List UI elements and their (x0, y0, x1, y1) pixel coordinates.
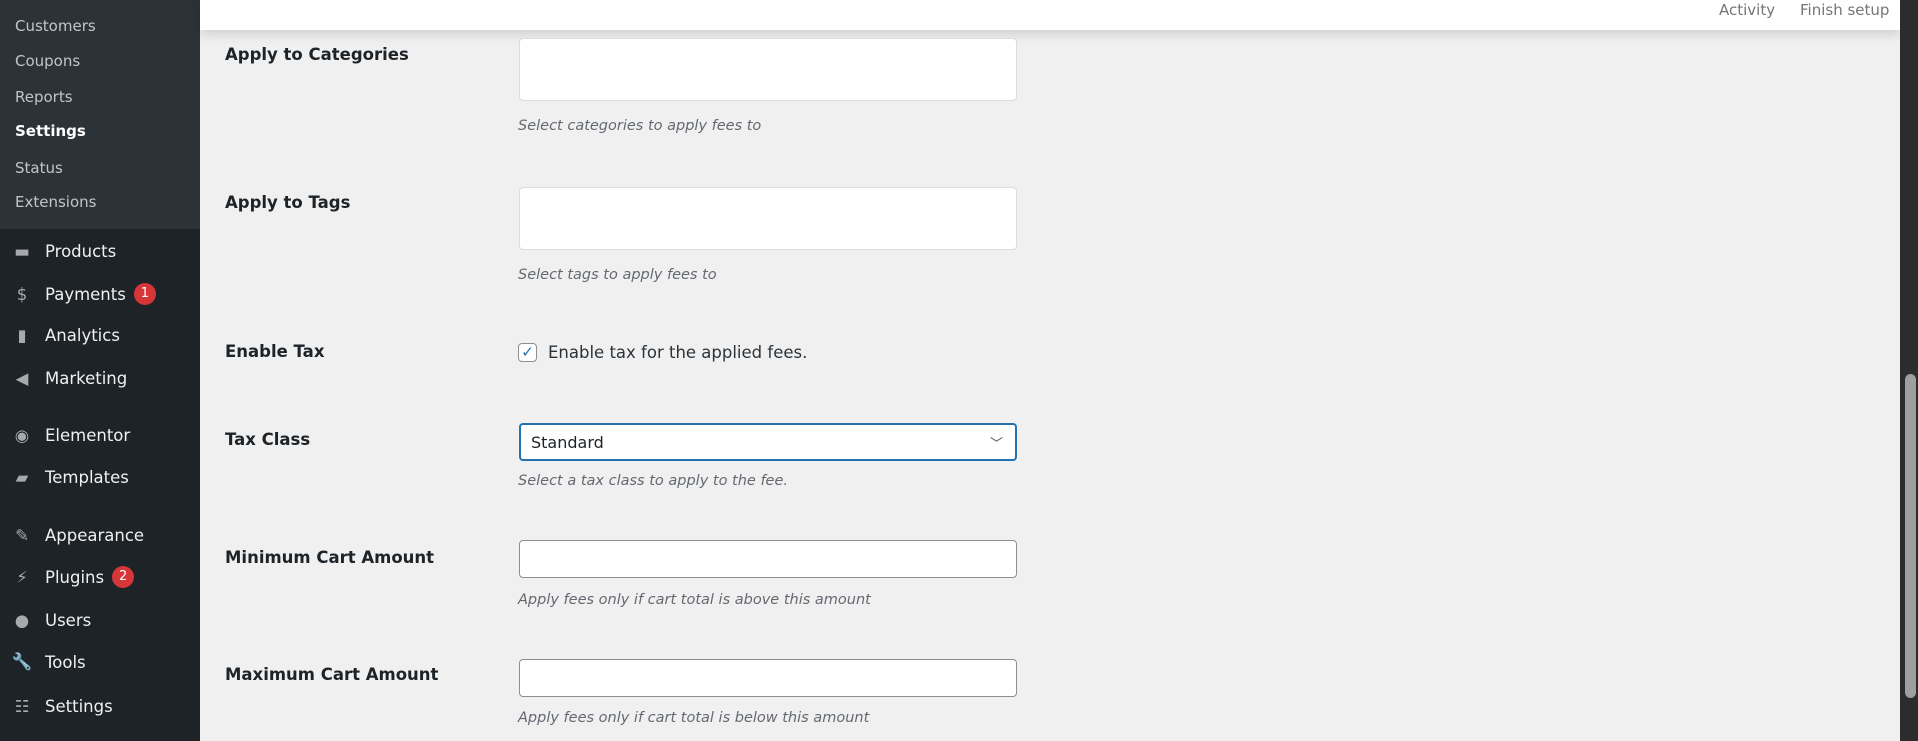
wrench-icon: 🔧 (11, 652, 33, 671)
submenu-extensions[interactable]: Extensions (15, 192, 96, 212)
finish-setup-link[interactable]: Finish setup (1800, 0, 1889, 20)
menu-label: Products (45, 241, 117, 261)
menu-label: Plugins (45, 567, 105, 587)
chevron-down-icon: ﹀ (989, 436, 1003, 452)
plugin-icon: ⚡ (16, 567, 28, 587)
sliders-icon: ☷ (14, 696, 30, 716)
max-cart-input[interactable] (519, 659, 1017, 697)
menu-elementor[interactable]: ◉ Elementor (10, 420, 130, 450)
menu-label: Tools (45, 652, 86, 672)
dollar-icon: $ (16, 284, 28, 304)
top-header: Activity Finish setup (200, 0, 1900, 30)
enable-tax-checkbox-label[interactable]: Enable tax for the applied fees. (548, 343, 807, 363)
menu-settings[interactable]: ☷ Settings (10, 691, 113, 721)
categories-hint: Select categories to apply fees to (518, 118, 762, 134)
submenu-status[interactable]: Status (15, 158, 63, 178)
tags-hint: Select tags to apply fees to (518, 267, 717, 283)
payments-badge: 1 (133, 283, 156, 305)
woocommerce-submenu: Customers Coupons Reports Settings Statu… (0, 0, 200, 229)
tags-label: Apply to Tags (225, 193, 351, 212)
min-cart-label: Minimum Cart Amount (225, 548, 435, 567)
menu-label: Payments (45, 284, 126, 304)
max-cart-hint: Apply fees only if cart total is below t… (518, 710, 870, 726)
menu-users[interactable]: ● Users (10, 605, 91, 635)
menu-label: Settings (45, 696, 113, 716)
user-icon: ● (14, 610, 30, 630)
tax-class-value: Standard (531, 432, 604, 452)
min-cart-hint: Apply fees only if cart total is above t… (518, 592, 871, 608)
archive-icon: ▬ (14, 241, 30, 261)
enable-tax-label: Enable Tax (225, 342, 325, 361)
submenu-customers[interactable]: Customers (15, 16, 96, 36)
menu-label: Marketing (45, 368, 128, 388)
scrollbar-thumb[interactable] (1905, 374, 1916, 698)
tags-select[interactable] (519, 187, 1017, 250)
menu-analytics[interactable]: ▮ Analytics (10, 320, 120, 350)
plugins-badge: 2 (112, 566, 135, 588)
menu-label: Templates (45, 467, 129, 487)
menu-label: Appearance (45, 525, 145, 545)
menu-tools[interactable]: 🔧 Tools (10, 647, 86, 677)
folder-icon: ▰ (15, 467, 29, 487)
menu-templates[interactable]: ▰ Templates (10, 462, 129, 492)
enable-tax-checkbox[interactable]: ✓ (518, 343, 537, 362)
paintbrush-icon: ✎ (15, 525, 29, 545)
max-cart-label: Maximum Cart Amount (225, 665, 439, 684)
elementor-icon: ◉ (14, 425, 30, 445)
menu-payments[interactable]: $ Payments 1 (10, 279, 156, 309)
admin-sidebar: Customers Coupons Reports Settings Statu… (0, 0, 200, 741)
submenu-coupons[interactable]: Coupons (15, 51, 80, 71)
activity-link[interactable]: Activity (1719, 0, 1775, 20)
min-cart-input[interactable] (519, 540, 1017, 578)
menu-plugins[interactable]: ⚡ Plugins 2 (10, 562, 135, 592)
menu-appearance[interactable]: ✎ Appearance (10, 520, 144, 550)
menu-marketing[interactable]: ◀ Marketing (10, 363, 128, 393)
submenu-settings[interactable]: Settings (15, 121, 86, 141)
tax-class-select[interactable]: Standard ﹀ (519, 423, 1017, 461)
megaphone-icon: ◀ (15, 368, 29, 388)
menu-label: Users (45, 610, 92, 630)
submenu-reports[interactable]: Reports (15, 87, 73, 107)
menu-products[interactable]: ▬ Products (10, 236, 116, 266)
categories-label: Apply to Categories (225, 45, 409, 64)
bar-chart-icon: ▮ (17, 325, 27, 345)
categories-select[interactable] (519, 38, 1017, 101)
menu-label: Elementor (45, 425, 131, 445)
tax-class-label: Tax Class (225, 430, 311, 449)
tax-class-hint: Select a tax class to apply to the fee. (518, 473, 789, 489)
page-scrollbar[interactable] (1900, 0, 1918, 741)
menu-label: Analytics (45, 325, 120, 345)
